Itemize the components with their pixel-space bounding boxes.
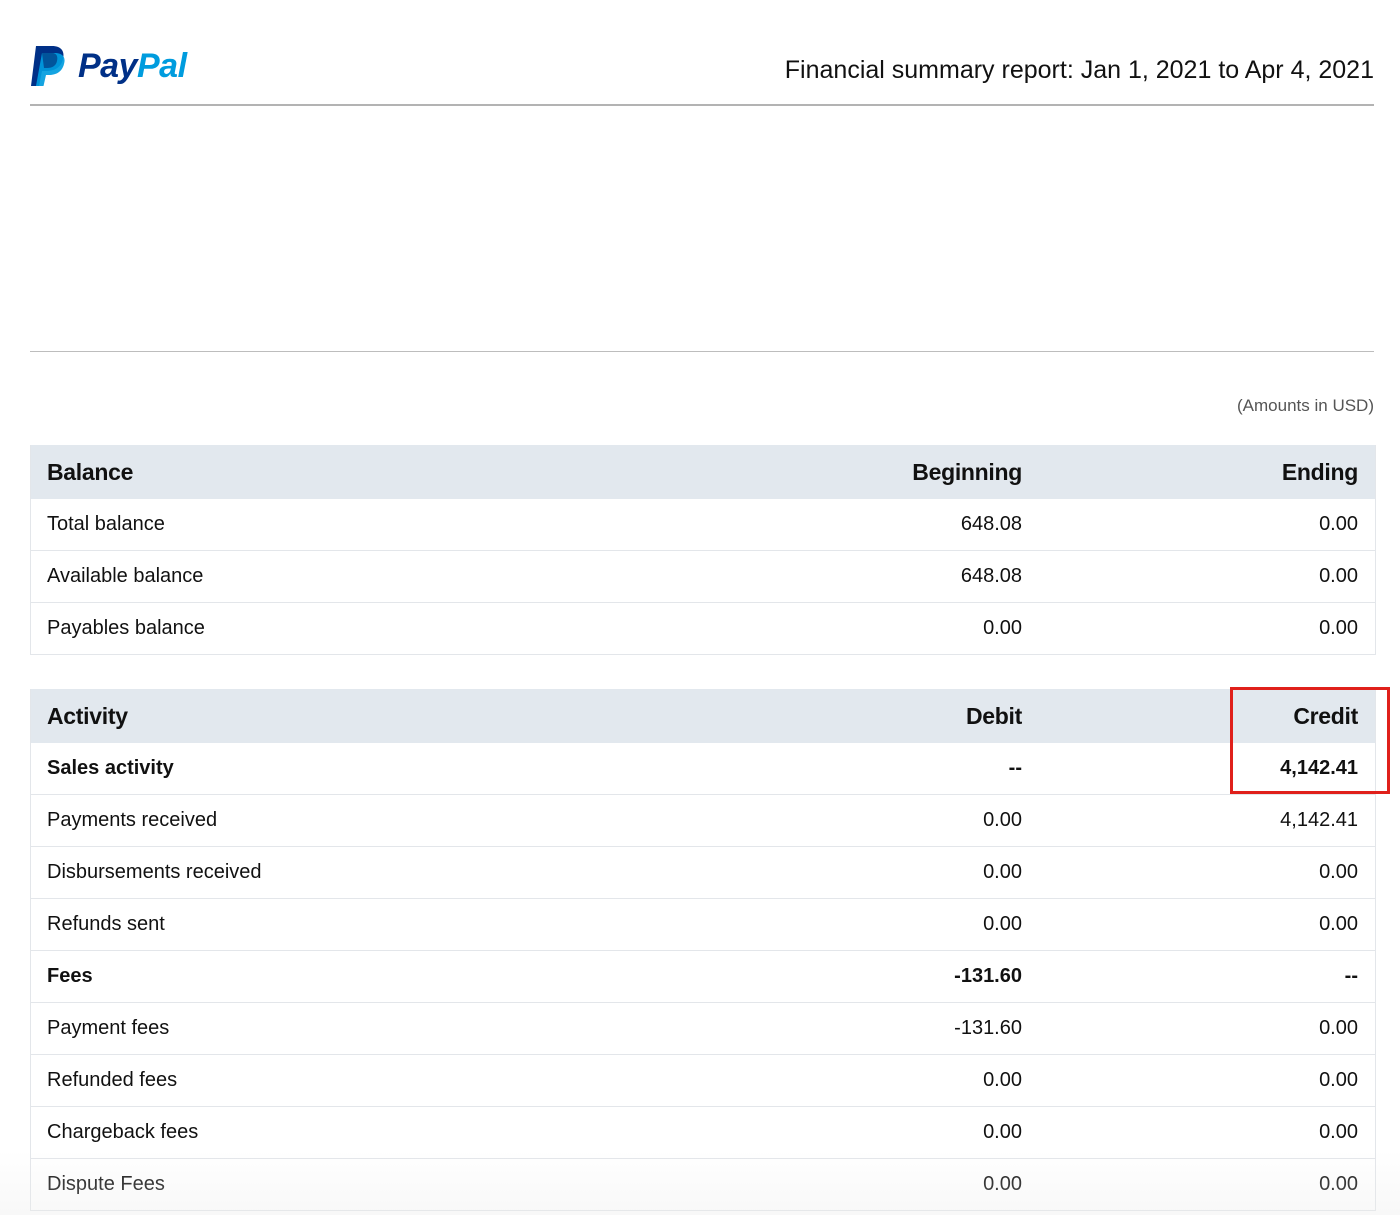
beginning-value: 648.08	[960, 565, 1022, 587]
row-label: Refunded fees	[47, 1069, 178, 1091]
paypal-logo-icon	[31, 46, 65, 86]
currency-note: (Amounts in USD)	[1237, 396, 1374, 415]
row-label: Refunds sent	[47, 913, 165, 935]
column-header-ending: Ending	[1281, 458, 1358, 485]
column-header-debit: Debit	[965, 702, 1022, 729]
report-title: Financial summary report: Jan 1, 2021 to…	[784, 56, 1374, 84]
row-label: Payment fees	[47, 1017, 170, 1039]
activity-table: Activity Debit Credit Sales activity -- …	[30, 689, 1376, 1211]
row-label: Dispute Fees	[47, 1173, 165, 1195]
debit-value: 0.00	[983, 1173, 1022, 1195]
table-row: Refunded fees 0.00 0.00	[31, 1055, 1375, 1107]
table-row: Disbursements received 0.00 0.00	[31, 847, 1375, 899]
beginning-value: 648.08	[960, 513, 1022, 535]
row-label: Fees	[47, 965, 93, 987]
debit-value: -131.60	[954, 1017, 1022, 1039]
balance-header-row: Balance Beginning Ending	[31, 445, 1375, 499]
debit-value: 0.00	[983, 913, 1022, 935]
table-row: Total balance 648.08 0.00	[31, 499, 1375, 551]
credit-value: 0.00	[1319, 1017, 1358, 1039]
debit-value: 0.00	[983, 1069, 1022, 1091]
credit-value: 4,142.41	[1280, 809, 1358, 831]
debit-value: --	[1008, 757, 1022, 779]
credit-highlight-box	[1230, 687, 1390, 794]
column-header-activity: Activity	[47, 702, 128, 729]
row-label: Total balance	[47, 513, 165, 535]
credit-value: 0.00	[1319, 861, 1358, 883]
table-row: Available balance 648.08 0.00	[31, 551, 1375, 603]
table-row: Dispute Fees 0.00 0.00	[31, 1159, 1375, 1211]
wordmark-pal: Pal	[137, 47, 187, 85]
table-row: Payment fees -131.60 0.00	[31, 1003, 1375, 1055]
row-label: Disbursements received	[47, 861, 262, 883]
table-row: Fees -131.60 --	[31, 951, 1375, 1003]
row-label: Payables balance	[47, 617, 205, 639]
ending-value: 0.00	[1319, 617, 1358, 639]
debit-value: -131.60	[954, 965, 1022, 987]
table-row: Chargeback fees 0.00 0.00	[31, 1107, 1375, 1159]
table-row: Payables balance 0.00 0.00	[31, 603, 1375, 655]
table-row: Refunds sent 0.00 0.00	[31, 899, 1375, 951]
report-header: PayPal Financial summary report: Jan 1, …	[30, 40, 1374, 106]
table-row: Sales activity -- 4,142.41	[31, 743, 1375, 795]
credit-value: 0.00	[1319, 1121, 1358, 1143]
row-label: Chargeback fees	[47, 1121, 199, 1143]
debit-value: 0.00	[983, 1121, 1022, 1143]
credit-value: 0.00	[1319, 913, 1358, 935]
row-label: Sales activity	[47, 757, 174, 779]
ending-value: 0.00	[1319, 513, 1358, 535]
header-divider	[30, 104, 1374, 106]
activity-header-row: Activity Debit Credit	[31, 689, 1375, 743]
debit-value: 0.00	[983, 809, 1022, 831]
beginning-value: 0.00	[983, 617, 1022, 639]
paypal-logo: PayPal	[30, 44, 187, 88]
ending-value: 0.00	[1319, 565, 1358, 587]
balance-table: Balance Beginning Ending Total balance 6…	[30, 445, 1376, 655]
credit-value: --	[1344, 965, 1358, 987]
row-label: Payments received	[47, 809, 218, 831]
debit-value: 0.00	[983, 861, 1022, 883]
wordmark-pay: Pay	[78, 47, 138, 85]
credit-value: 0.00	[1319, 1069, 1358, 1091]
section-divider	[30, 351, 1374, 352]
paypal-wordmark: PayPal	[78, 44, 187, 88]
credit-value: 0.00	[1319, 1173, 1358, 1195]
column-header-balance: Balance	[47, 458, 134, 485]
column-header-beginning: Beginning	[912, 458, 1022, 485]
row-label: Available balance	[47, 565, 204, 587]
table-row: Payments received 0.00 4,142.41	[31, 795, 1375, 847]
